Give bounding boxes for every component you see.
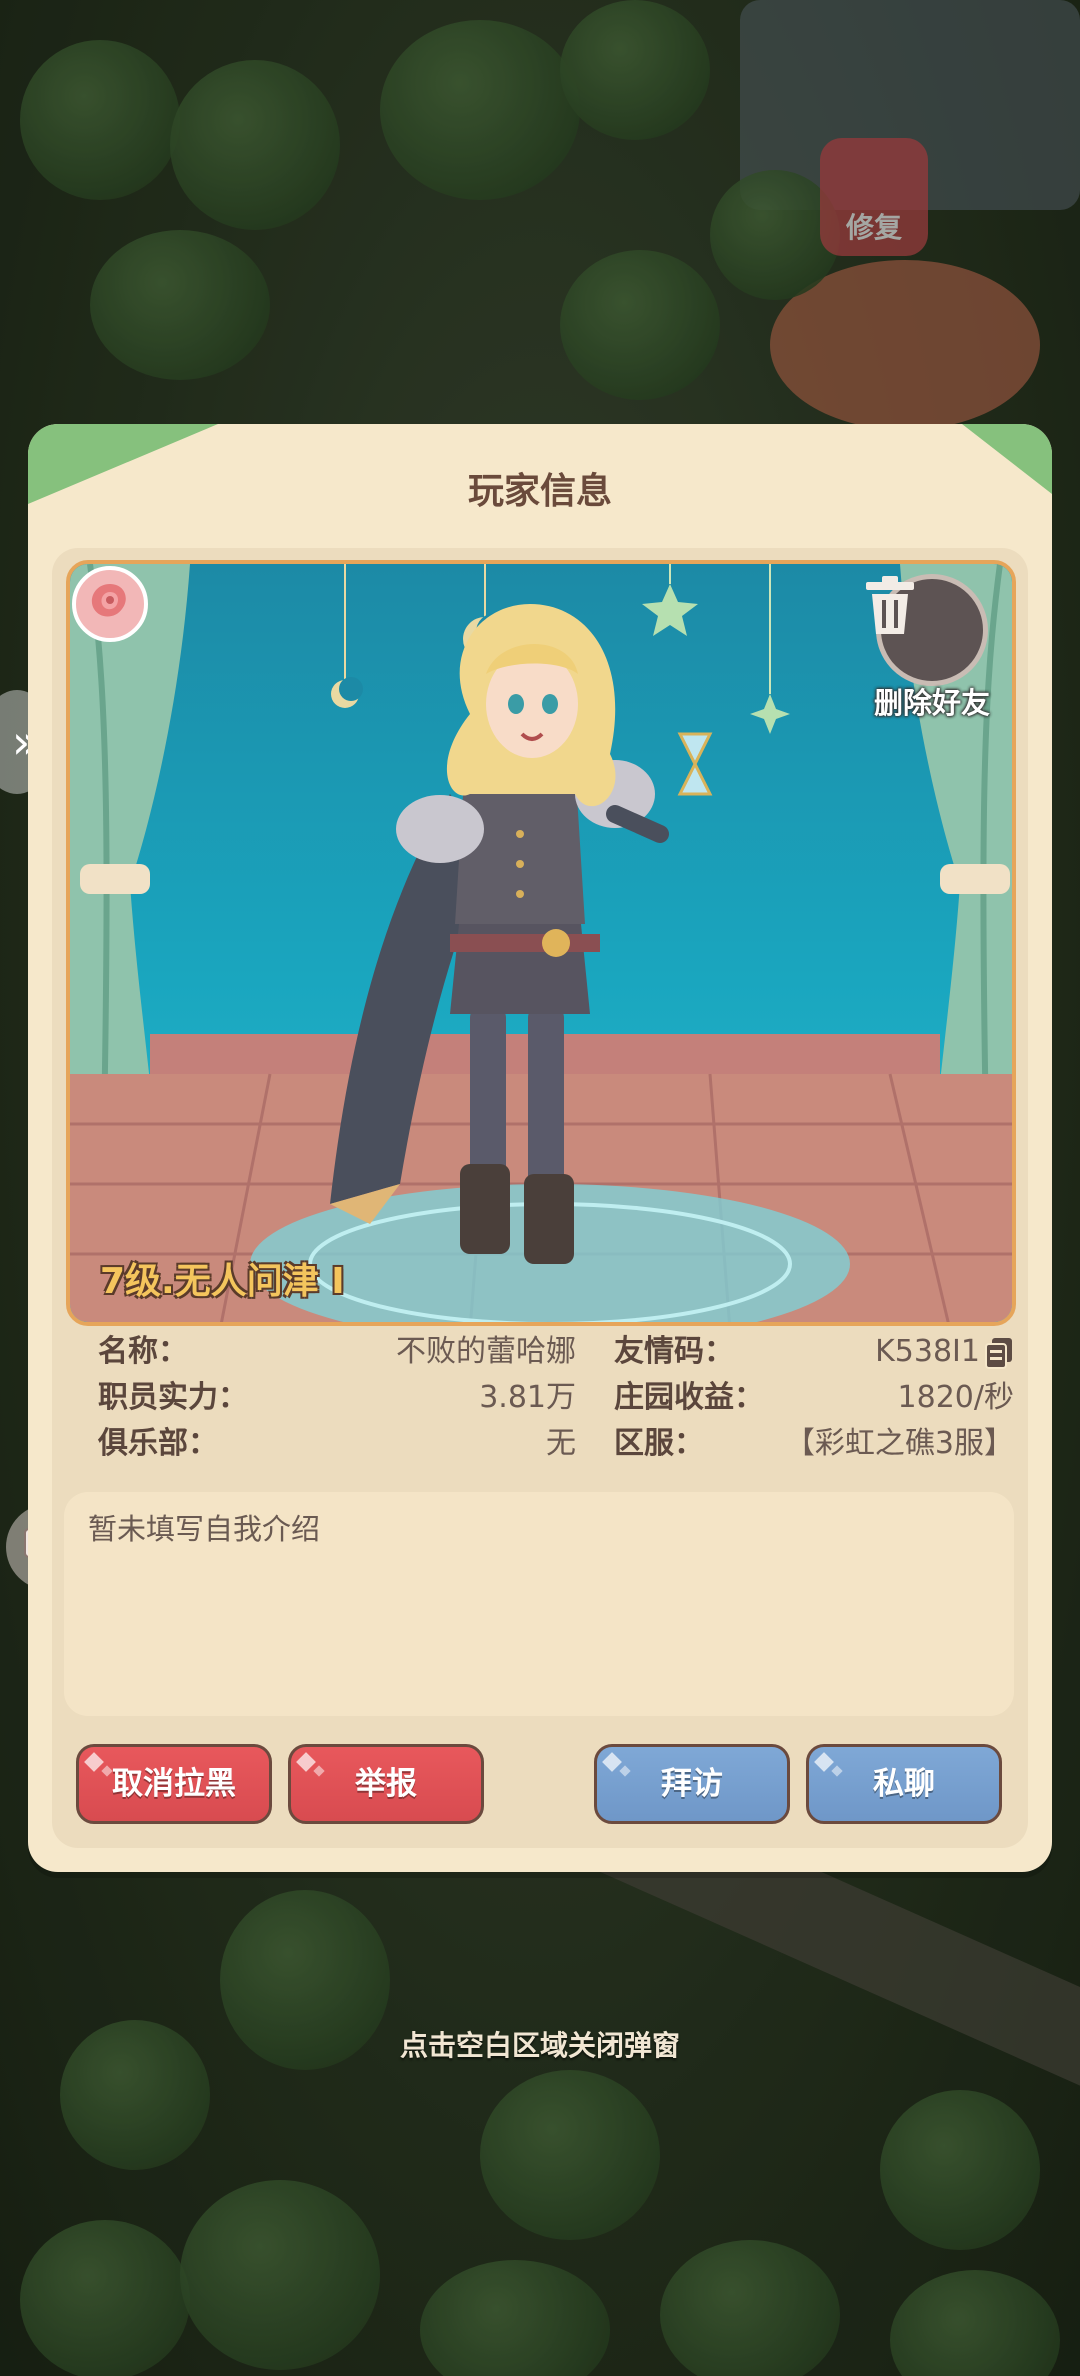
friend-code-key: 友情码： — [614, 1334, 734, 1369]
copy-icon[interactable] — [984, 1336, 1014, 1370]
staff-power-value: 3.81万 — [479, 1380, 576, 1415]
self-intro-box: 暂未填写自我介绍 — [64, 1492, 1014, 1716]
name-key: 名称： — [98, 1334, 188, 1369]
server-value: 【彩虹之礁3服】 — [784, 1426, 1014, 1461]
trash-icon — [866, 576, 914, 634]
friend-code-value: K538I1 — [875, 1334, 980, 1369]
club-value: 无 — [546, 1426, 576, 1461]
name-value: 不败的蕾哈娜 — [396, 1334, 576, 1369]
delete-friend-button[interactable]: 删除好友 — [862, 574, 1002, 722]
info-row-friend-code: 友情码： K538I1 — [614, 1330, 1014, 1374]
rose-icon[interactable] — [70, 564, 150, 644]
private-chat-button[interactable]: 私聊 — [806, 1744, 1002, 1824]
delete-friend-label: 删除好友 — [873, 686, 990, 720]
private-chat-label: 私聊 — [873, 1766, 935, 1802]
report-button[interactable]: 举报 — [288, 1744, 484, 1824]
server-key: 区服： — [614, 1426, 704, 1461]
player-info-modal: 玩家信息 删除好友 7级.无人问津 I 名称： 不败的蕾哈娜 友情码： K538… — [28, 424, 1052, 1872]
self-intro-text: 暂未填写自我介绍 — [88, 1512, 321, 1546]
estate-income-key: 庄园收益： — [614, 1380, 764, 1415]
unblock-label: 取消拉黑 — [112, 1766, 236, 1802]
modal-header: 玩家信息 — [28, 424, 1052, 542]
info-row-server: 区服： 【彩虹之礁3服】 — [614, 1422, 1014, 1466]
visit-button[interactable]: 拜访 — [594, 1744, 790, 1824]
character-portrait: 删除好友 7级.无人问津 I — [66, 560, 1016, 1326]
game-scene[interactable]: 修复 » 玩家信息 删除好友 7级.无人问津 I 名称： 不败的蕾哈娜 友情码：… — [0, 0, 1080, 2376]
report-label: 举报 — [355, 1766, 417, 1802]
unblock-button[interactable]: 取消拉黑 — [76, 1744, 272, 1824]
info-row-name: 名称： 不败的蕾哈娜 — [98, 1330, 576, 1374]
club-key: 俱乐部： — [98, 1426, 218, 1461]
info-row-staff-power: 职员实力： 3.81万 — [98, 1376, 576, 1420]
info-row-club: 俱乐部： 无 — [98, 1422, 576, 1466]
level-title: 7级.无人问津 I — [100, 1261, 345, 1302]
staff-power-key: 职员实力： — [98, 1380, 248, 1415]
close-hint: 点击空白区域关闭弹窗 — [399, 2029, 680, 2062]
info-row-estate-income: 庄园收益： 1820/秒 — [614, 1376, 1014, 1420]
visit-label: 拜访 — [661, 1766, 723, 1802]
delete-circle — [866, 574, 988, 686]
modal-title: 玩家信息 — [467, 471, 612, 512]
friend-code-value-wrap: K538I1 — [875, 1330, 1014, 1374]
estate-income-value: 1820/秒 — [897, 1380, 1014, 1415]
